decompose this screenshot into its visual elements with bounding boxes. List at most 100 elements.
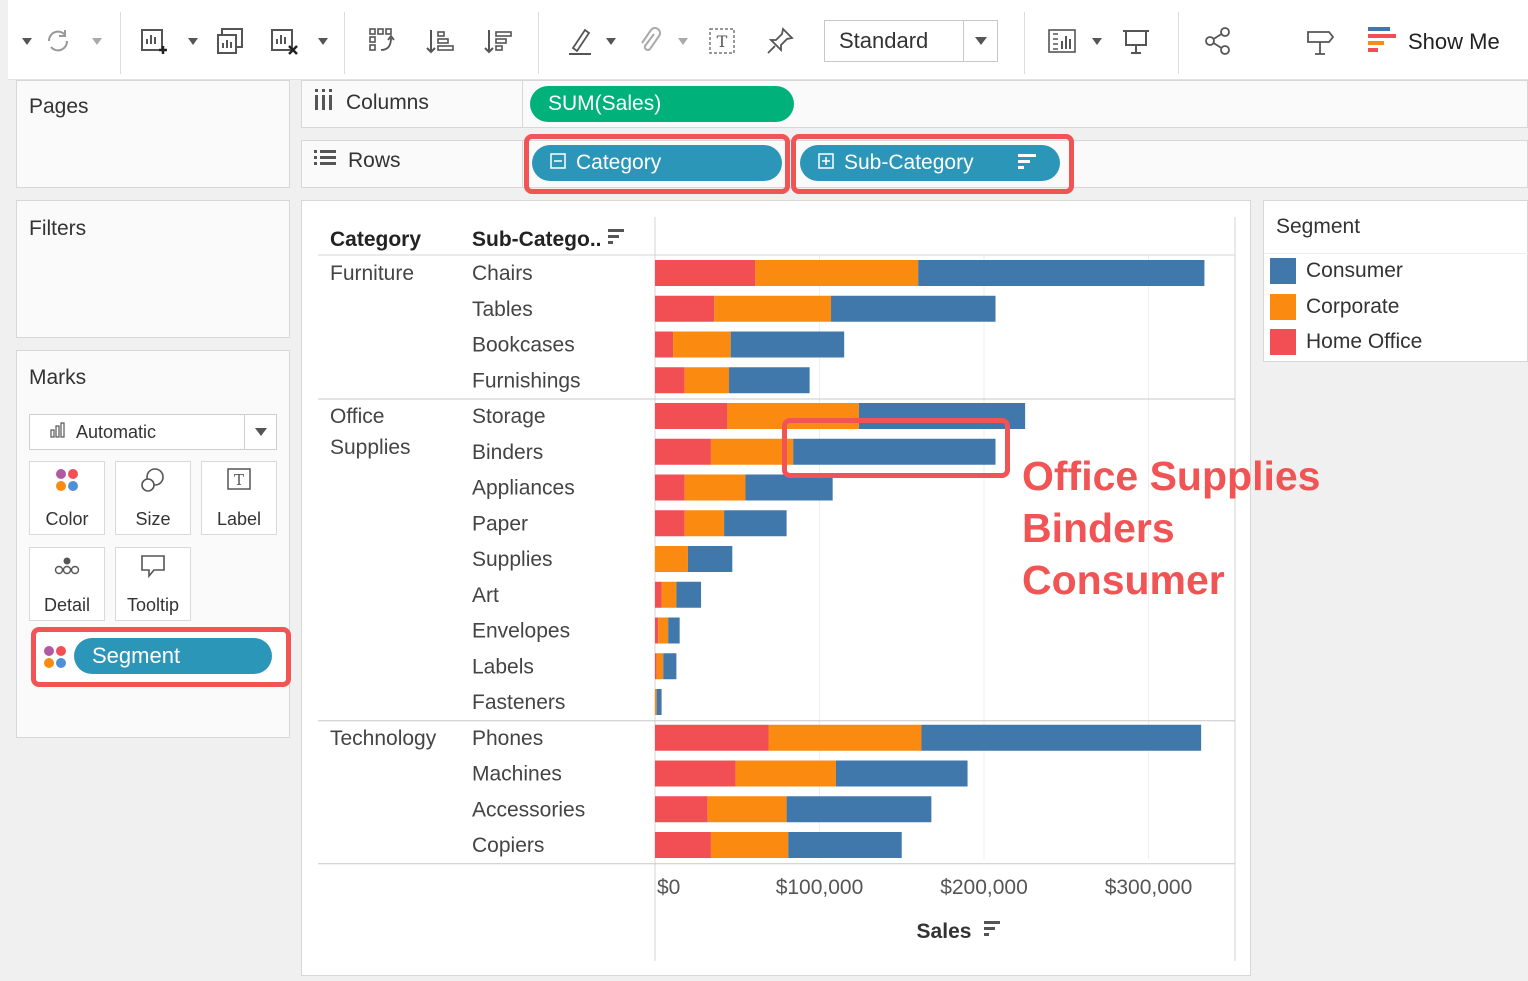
undo-arrow-icon[interactable] xyxy=(22,36,32,46)
sub-category-label: Appliances xyxy=(472,477,575,500)
show-me-button[interactable]: Show Me xyxy=(1368,24,1500,60)
bar-segment-home-office xyxy=(655,295,715,322)
rows-shelf-label: Rows xyxy=(314,149,401,173)
sub-category-label: Paper xyxy=(472,512,528,535)
sort-ascending-icon[interactable] xyxy=(424,24,456,58)
mark-type-dropdown[interactable]: Automatic xyxy=(29,414,277,450)
sub-category-label: Storage xyxy=(472,405,546,428)
bar-segment-consumer xyxy=(921,724,1202,751)
toolbar: T Standard Show Me xyxy=(8,0,1528,80)
fit-dropdown-value: Standard xyxy=(839,28,929,53)
duplicate-sheet-icon[interactable] xyxy=(214,24,246,58)
paperclip-icon[interactable] xyxy=(634,24,666,58)
columns-shelf[interactable]: Columns SUM(Sales) xyxy=(301,80,1528,128)
legend-swatch xyxy=(1270,329,1296,355)
tooltip-button[interactable]: Tooltip xyxy=(115,547,191,621)
pages-shelf[interactable]: Pages xyxy=(16,80,290,188)
sum-sales-pill[interactable]: SUM(Sales) xyxy=(530,86,794,122)
text-label-icon: T xyxy=(225,466,253,499)
highlight-dropdown-icon[interactable] xyxy=(606,36,616,46)
fit-dropdown[interactable]: Standard xyxy=(824,20,998,62)
legend-divider xyxy=(1264,253,1528,254)
legend-label: Consumer xyxy=(1306,259,1403,282)
size-label: Size xyxy=(135,509,171,529)
bar-segment-consumer xyxy=(676,581,702,608)
signpost-icon[interactable] xyxy=(1304,24,1336,58)
text-box-icon[interactable]: T xyxy=(706,24,738,58)
tooltip-bubble-icon xyxy=(139,552,167,585)
bar-segment-corporate xyxy=(714,295,832,322)
clear-sheet-dropdown-icon[interactable] xyxy=(318,36,328,46)
x-axis-tick-label: $0 xyxy=(657,876,680,899)
share-icon[interactable] xyxy=(1202,24,1234,58)
refresh-icon[interactable] xyxy=(42,24,74,58)
bar-segment-home-office xyxy=(655,474,685,501)
x-axis-tick-label: $200,000 xyxy=(940,876,1028,899)
category-pill-label: Category xyxy=(576,151,662,174)
filters-shelf[interactable]: Filters xyxy=(16,200,290,338)
tableau-workspace: T Standard Show Me Pages Filters Marks A… xyxy=(0,0,1528,981)
legend-label: Corporate xyxy=(1306,295,1400,318)
new-worksheet-dropdown-icon[interactable] xyxy=(188,36,198,46)
tooltip-label: Tooltip xyxy=(126,595,180,615)
sub-category-label: Copiers xyxy=(472,834,544,857)
columns-icon xyxy=(314,89,334,117)
bar-segment-home-office xyxy=(655,760,736,787)
pin-icon[interactable] xyxy=(764,24,796,58)
pages-title: Pages xyxy=(29,95,89,118)
sub-category-label: Fasteners xyxy=(472,691,565,714)
detail-label: Detail xyxy=(43,595,91,615)
color-button[interactable]: Color xyxy=(29,461,105,535)
expand-icon[interactable] xyxy=(818,151,834,175)
bar-segment-consumer xyxy=(668,617,680,644)
clear-sheet-icon[interactable] xyxy=(268,24,300,58)
mark-type-value: Automatic xyxy=(76,421,157,442)
fit-dropdown-icon[interactable] xyxy=(1046,24,1078,58)
legend-title: Segment xyxy=(1276,215,1361,238)
annotation-line: Office Supplies xyxy=(1022,453,1321,499)
category-pill[interactable]: Category xyxy=(532,145,782,181)
bar-segment-consumer xyxy=(786,796,932,823)
sub-category-pill[interactable]: Sub-Category xyxy=(800,145,1060,181)
sub-category-label: Supplies xyxy=(472,548,553,571)
segment-color-legend[interactable]: Segment Consumer Corporate Home Office xyxy=(1263,200,1528,362)
bar-segment-consumer xyxy=(730,331,845,358)
bar-segment-consumer xyxy=(656,689,662,715)
sub-category-label: Chairs xyxy=(472,262,533,285)
segment-highlight-box: Segment xyxy=(31,627,291,687)
legend-item-corporate[interactable]: Corporate xyxy=(1270,294,1399,320)
sort-indicator-icon[interactable] xyxy=(1017,151,1038,175)
refresh-dropdown-icon[interactable] xyxy=(92,36,102,46)
chevron-down-icon[interactable] xyxy=(963,21,997,61)
highlight-pen-icon[interactable] xyxy=(564,24,596,58)
presentation-icon[interactable] xyxy=(1120,24,1152,58)
shelf-divider xyxy=(522,81,523,127)
sub-category-label: Accessories xyxy=(472,798,585,821)
sort-descending-icon[interactable] xyxy=(482,24,514,58)
bar-segment-consumer xyxy=(788,832,902,858)
detail-button[interactable]: Detail xyxy=(29,547,105,621)
bar-segment-home-office xyxy=(655,653,657,680)
size-button[interactable]: Size xyxy=(115,461,191,535)
toolbar-divider xyxy=(344,12,345,74)
bar-segment-corporate xyxy=(735,760,836,787)
svg-text:T: T xyxy=(234,471,244,489)
fit-width-dropdown-icon[interactable] xyxy=(1092,36,1102,46)
sort-indicator-icon xyxy=(984,921,1000,936)
label-button[interactable]: T Label xyxy=(201,461,277,535)
chevron-down-icon[interactable] xyxy=(244,415,276,449)
segment-pill[interactable]: Segment xyxy=(74,638,272,674)
paperclip-dropdown-icon[interactable] xyxy=(678,36,688,46)
swap-rows-columns-icon[interactable] xyxy=(366,24,398,58)
legend-item-consumer[interactable]: Consumer xyxy=(1270,258,1403,284)
color-dots-icon xyxy=(53,466,81,499)
svg-text:T: T xyxy=(717,32,728,51)
annotation-line: Consumer xyxy=(1022,557,1225,603)
bar-segment-home-office xyxy=(655,260,756,286)
sub-category-label: Bookcases xyxy=(472,334,575,357)
sub-category-label: Envelopes xyxy=(472,620,570,643)
new-worksheet-icon[interactable] xyxy=(138,24,170,58)
legend-item-home-office[interactable]: Home Office xyxy=(1270,329,1422,355)
bar-segment-corporate xyxy=(768,724,922,751)
collapse-icon[interactable] xyxy=(550,151,566,175)
